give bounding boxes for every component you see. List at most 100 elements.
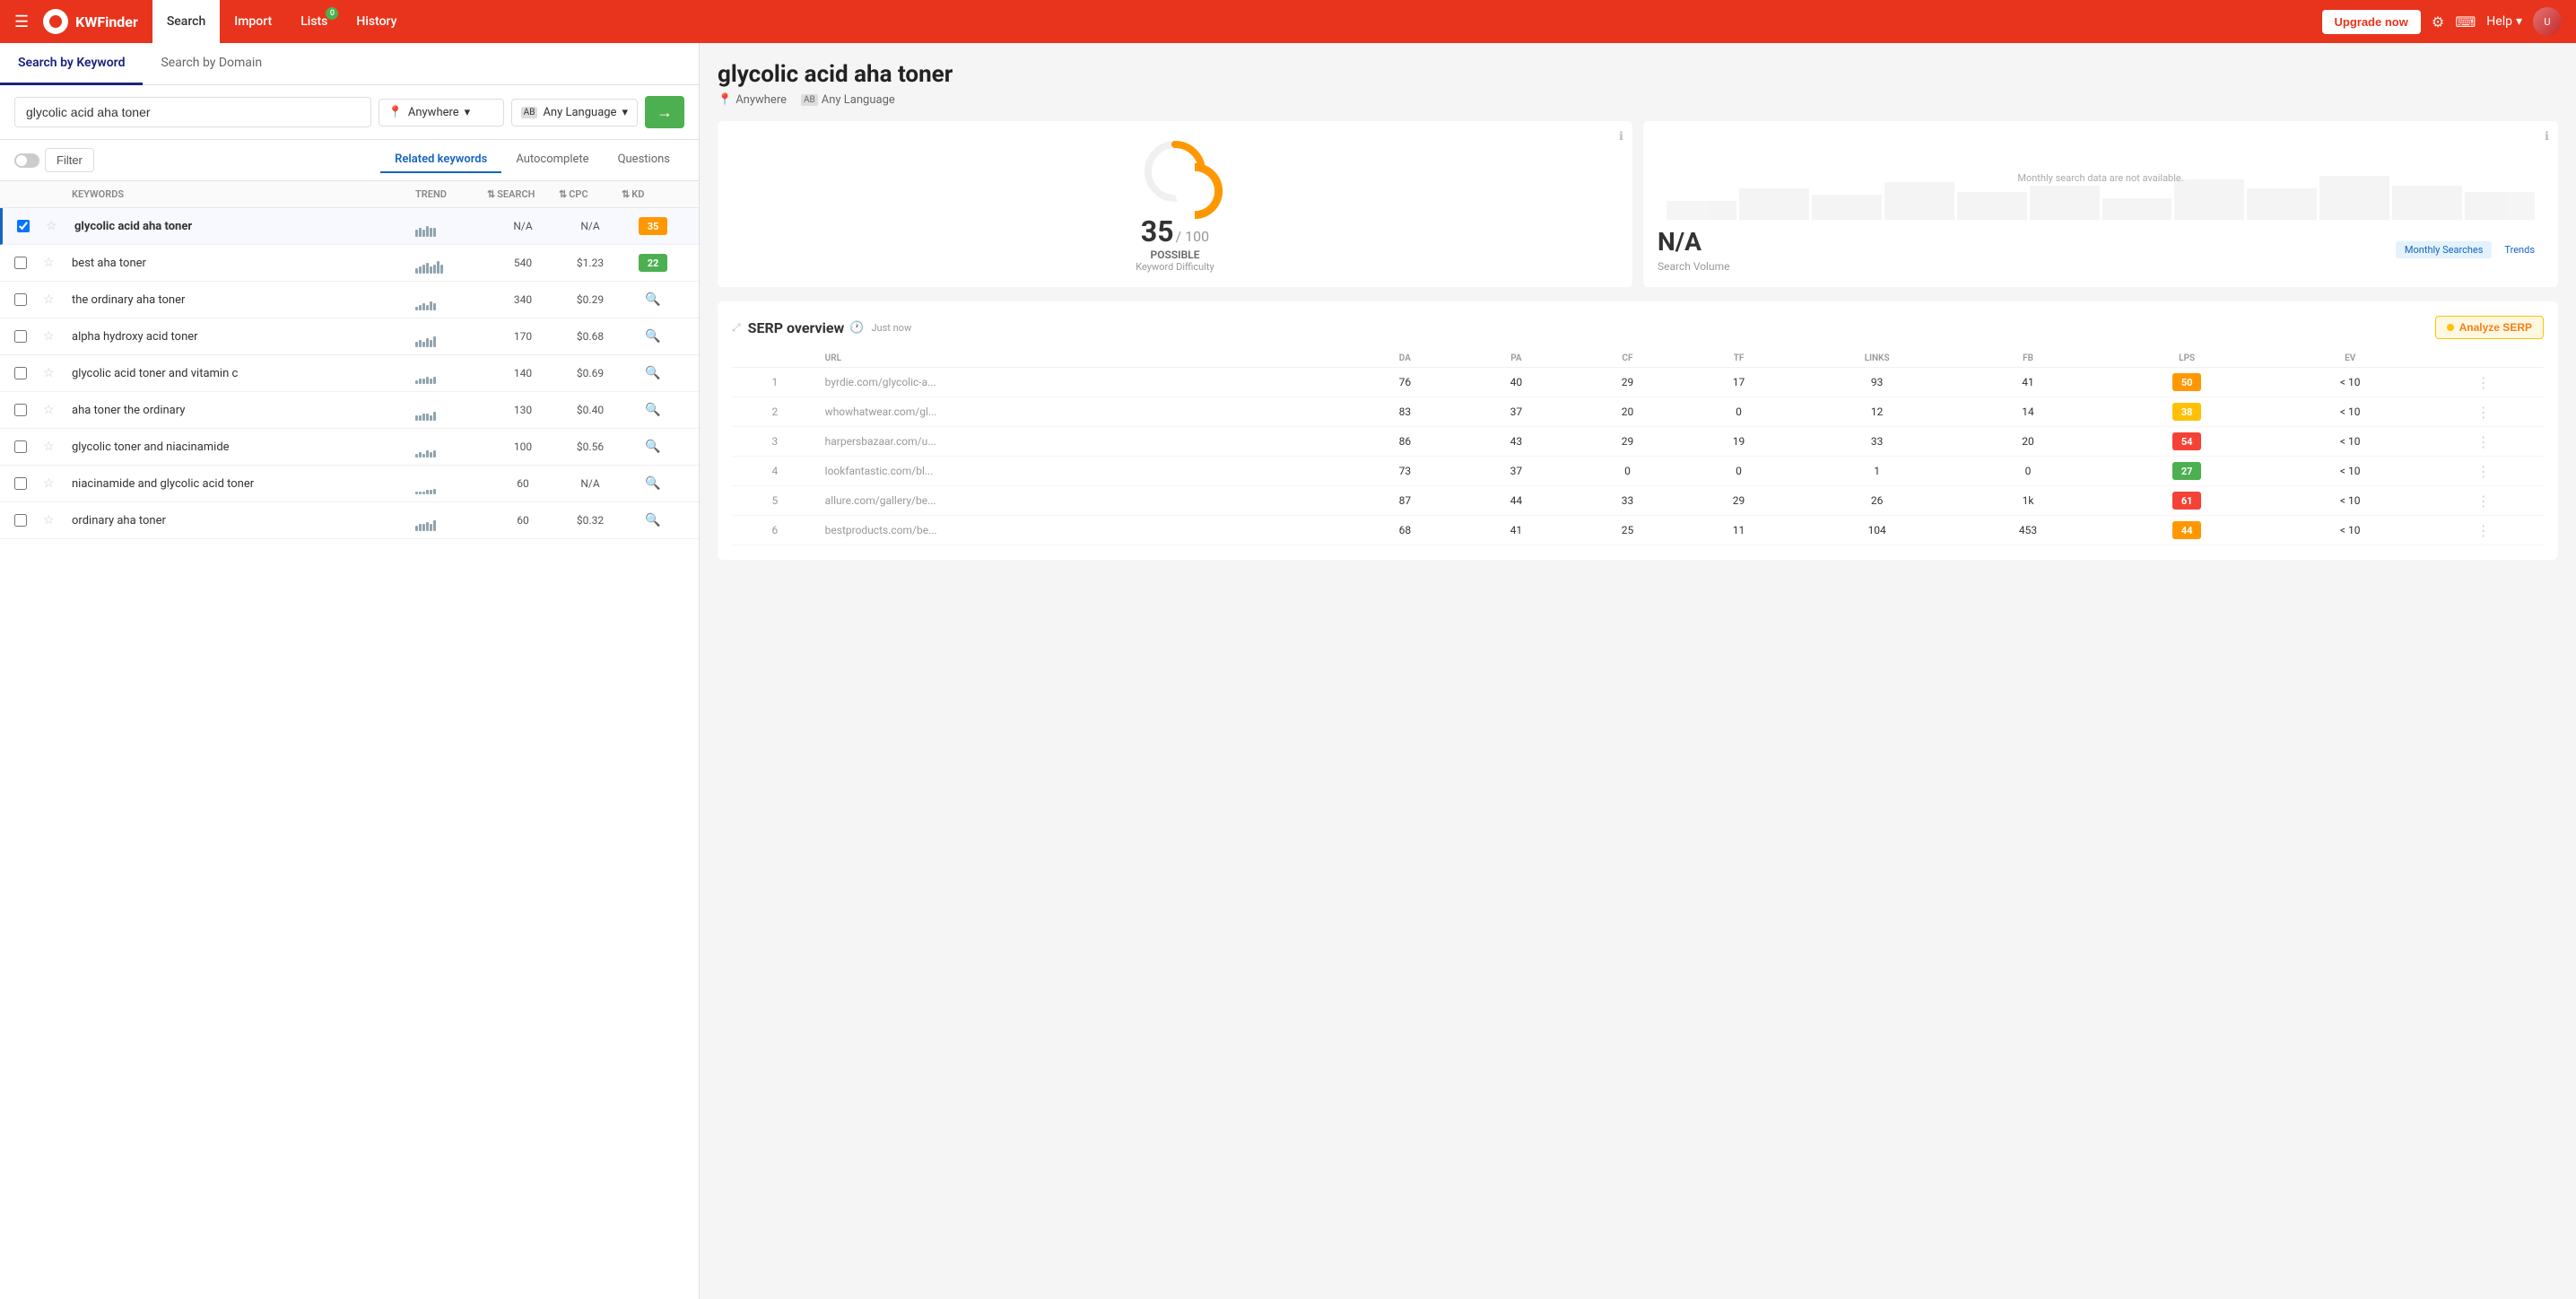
keyword-name[interactable]: the ordinary aha toner <box>72 293 415 307</box>
row-checkbox[interactable] <box>14 293 27 306</box>
expand-icon[interactable]: ⤢ <box>732 321 741 335</box>
filter-button[interactable]: Filter <box>45 148 94 172</box>
nav-search[interactable]: Search <box>152 0 220 43</box>
kd-search-icon[interactable]: 🔍 <box>622 513 684 527</box>
info-icon[interactable]: ℹ <box>2545 130 2549 144</box>
tab-autocomplete[interactable]: Autocomplete <box>501 147 603 173</box>
kd-search-icon[interactable]: 🔍 <box>622 292 684 307</box>
location-selector[interactable]: 📍 Anywhere ▾ <box>379 99 504 126</box>
tab-search-keyword[interactable]: Search by Keyword <box>0 43 143 85</box>
keyword-name[interactable]: glycolic acid toner and vitamin c <box>72 367 415 380</box>
table-row: ☆ aha toner the ordinary 130 $0.40 🔍 <box>0 392 699 429</box>
links-value: 12 <box>1795 397 1960 427</box>
search-input[interactable] <box>14 97 371 127</box>
tab-trends[interactable]: Trends <box>2495 241 2544 258</box>
nav-import[interactable]: Import <box>220 0 286 43</box>
links-value: 1 <box>1795 457 1960 486</box>
serp-time: Just now <box>871 322 911 334</box>
serp-row-menu[interactable]: ⋮ <box>2476 463 2491 480</box>
row-checkbox[interactable] <box>14 330 27 343</box>
info-icon[interactable]: ℹ <box>1619 130 1623 144</box>
star-icon[interactable]: ☆ <box>46 219 74 233</box>
keyword-name[interactable]: best aha toner <box>72 257 415 270</box>
search-volume: 100 <box>487 440 559 453</box>
gear-icon[interactable]: ⚙ <box>2432 13 2444 31</box>
row-checkbox[interactable] <box>17 220 30 232</box>
lps-value: 50 <box>2096 368 2277 397</box>
kd-search-icon[interactable]: 🔍 <box>622 329 684 344</box>
da-value: 83 <box>1349 397 1460 427</box>
nav-history[interactable]: History <box>342 0 411 43</box>
tab-related-keywords[interactable]: Related keywords <box>380 147 501 173</box>
nav-lists[interactable]: Lists 0 <box>286 0 342 43</box>
search-volume: 340 <box>487 293 559 306</box>
row-checkbox[interactable] <box>14 367 27 379</box>
kd-search-icon[interactable]: 🔍 <box>622 403 684 417</box>
tab-monthly-searches[interactable]: Monthly Searches <box>2396 241 2493 258</box>
kd-possible-label: POSSIBLE <box>1151 248 1200 261</box>
search-volume: 130 <box>487 404 559 416</box>
serp-url-link[interactable]: harpersbazaar.com/u... <box>825 435 936 448</box>
keyword-name[interactable]: ordinary aha toner <box>72 514 415 527</box>
keyword-name[interactable]: alpha hydroxy acid toner <box>72 330 415 344</box>
keyword-name[interactable]: aha toner the ordinary <box>72 404 415 417</box>
star-icon[interactable]: ☆ <box>43 403 72 417</box>
help-menu[interactable]: Help ▾ <box>2486 14 2522 29</box>
star-icon[interactable]: ☆ <box>43 440 72 454</box>
serp-row: 2 whowhatwear.com/gl... 83 37 20 0 12 14… <box>732 397 2544 427</box>
kd-search-icon[interactable]: 🔍 <box>622 366 684 380</box>
lps-value: 38 <box>2096 397 2277 427</box>
star-icon[interactable]: ☆ <box>43 513 72 527</box>
serp-table: URL DA PA CF TF Links FB LPS EV 1 <box>732 350 2544 545</box>
search-go-button[interactable]: → <box>645 96 684 128</box>
serp-row-menu[interactable]: ⋮ <box>2476 404 2491 421</box>
keyword-name[interactable]: glycolic acid aha toner <box>74 220 415 233</box>
app-logo[interactable]: KWFinder <box>43 9 138 34</box>
keyword-name[interactable]: glycolic toner and niacinamide <box>72 440 415 454</box>
language-selector[interactable]: AB Any Language ▾ <box>511 99 638 126</box>
lps-value: 54 <box>2096 427 2277 457</box>
search-tabs: Search by Keyword Search by Domain <box>0 43 699 85</box>
cf-value: 29 <box>1571 368 1683 397</box>
keyword-name[interactable]: niacinamide and glycolic acid toner <box>72 477 415 491</box>
serp-url-link[interactable]: allure.com/gallery/be... <box>825 494 936 507</box>
serp-url-link[interactable]: bestproducts.com/be... <box>825 524 937 536</box>
serp-url-link[interactable]: byrdie.com/glycolic-a... <box>825 376 936 388</box>
pa-value: 37 <box>1460 457 1571 486</box>
serp-section: ⤢ SERP overview 🕐 Just now Analyze SERP … <box>718 301 2558 560</box>
trend-chart <box>415 252 487 274</box>
star-icon[interactable]: ☆ <box>43 292 72 307</box>
star-icon[interactable]: ☆ <box>43 256 72 270</box>
star-icon[interactable]: ☆ <box>43 366 72 380</box>
row-checkbox[interactable] <box>14 404 27 416</box>
serp-row-menu[interactable]: ⋮ <box>2476 522 2491 539</box>
row-checkbox[interactable] <box>14 257 27 269</box>
serp-row-menu[interactable]: ⋮ <box>2476 433 2491 450</box>
row-checkbox[interactable] <box>14 477 27 490</box>
ev-value: < 10 <box>2277 427 2423 457</box>
lps-value: 61 <box>2096 486 2277 516</box>
serp-title: SERP overview <box>748 319 845 336</box>
tab-questions[interactable]: Questions <box>604 147 684 173</box>
row-checkbox[interactable] <box>14 440 27 453</box>
keyboard-icon[interactable]: ⌨ <box>2455 13 2476 31</box>
table-row: ☆ alpha hydroxy acid toner 170 $0.68 🔍 <box>0 318 699 355</box>
filter-dot-toggle[interactable] <box>14 153 39 168</box>
serp-url-link[interactable]: whowhatwear.com/gl... <box>825 405 937 418</box>
kd-search-icon[interactable]: 🔍 <box>622 440 684 454</box>
serp-url-link[interactable]: lookfantastic.com/bl... <box>825 465 934 477</box>
menu-icon[interactable]: ☰ <box>14 13 29 31</box>
upgrade-button[interactable]: Upgrade now <box>2322 10 2421 34</box>
tab-search-domain[interactable]: Search by Domain <box>143 43 280 85</box>
left-panel: Search by Keyword Search by Domain 📍 Any… <box>0 43 700 1299</box>
serp-row-menu[interactable]: ⋮ <box>2476 374 2491 391</box>
star-icon[interactable]: ☆ <box>43 329 72 344</box>
trend-chart <box>415 362 487 384</box>
ev-value: < 10 <box>2277 486 2423 516</box>
serp-row-menu[interactable]: ⋮ <box>2476 493 2491 510</box>
star-icon[interactable]: ☆ <box>43 476 72 491</box>
kd-search-icon[interactable]: 🔍 <box>622 476 684 491</box>
user-avatar[interactable]: U <box>2533 7 2562 36</box>
analyze-serp-button[interactable]: Analyze SERP <box>2435 316 2544 339</box>
row-checkbox[interactable] <box>14 514 27 527</box>
